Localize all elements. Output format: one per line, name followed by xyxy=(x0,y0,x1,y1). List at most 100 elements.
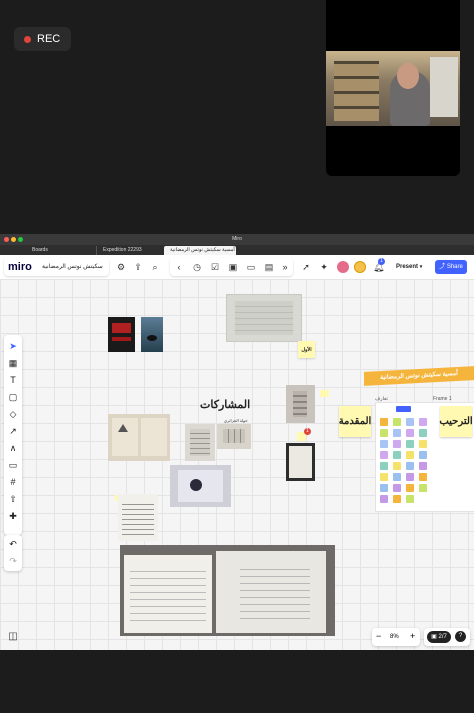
avatar[interactable] xyxy=(337,261,349,273)
more-apps-icon[interactable]: ✚ xyxy=(4,509,22,523)
sketch-photo[interactable] xyxy=(185,424,215,461)
zoom-level[interactable]: 8% xyxy=(390,634,399,640)
upload-icon[interactable]: ⇧ xyxy=(4,492,22,506)
sticky-note-tiny[interactable] xyxy=(320,390,329,397)
notification-badge: 1 xyxy=(378,258,385,265)
sticky-note-small[interactable]: الأول xyxy=(298,341,315,358)
sticky-swatch[interactable] xyxy=(406,418,414,426)
sticky-swatch[interactable] xyxy=(380,418,388,426)
participant-video xyxy=(326,51,460,126)
sketch-photo[interactable] xyxy=(217,424,251,449)
sticky-swatch[interactable] xyxy=(419,473,427,481)
timer-icon[interactable]: ◷ xyxy=(192,262,202,272)
select-icon[interactable]: ➤ xyxy=(4,339,22,353)
sticky-swatch[interactable] xyxy=(380,484,388,492)
tab-active-board[interactable]: أمسية سكيتش نوتس الرمضانية xyxy=(164,246,236,255)
minimize-window-icon[interactable] xyxy=(11,237,16,242)
avatar-host[interactable] xyxy=(354,261,366,273)
page-control: ▣ 2/7 ? xyxy=(424,628,470,646)
board-toolbar: miro سكيتش نوتس الرمضانية ⚙ ⇪ ⌕ ‹ ◷ ☑ ▣ … xyxy=(0,255,474,280)
zoom-out-icon[interactable]: − xyxy=(376,631,381,641)
sketch-photo[interactable] xyxy=(108,414,170,461)
sketch-photo[interactable] xyxy=(286,443,315,481)
sticky-swatch[interactable] xyxy=(380,462,388,470)
tab-boards[interactable]: Boards xyxy=(26,246,96,255)
sticky-swatch[interactable] xyxy=(380,495,388,503)
recording-indicator: REC xyxy=(14,27,71,51)
sticky-swatch[interactable] xyxy=(393,440,401,448)
sticky-swatch[interactable] xyxy=(393,495,401,503)
text-icon[interactable]: T xyxy=(4,373,22,387)
sticky-swatch[interactable] xyxy=(380,429,388,437)
sticky-swatch[interactable] xyxy=(406,451,414,459)
tab-bar: Boards Expedition 22293 أمسية سكيتش نوتس… xyxy=(0,245,474,255)
sticky-swatch[interactable] xyxy=(419,451,427,459)
board-name[interactable]: سكيتش نوتس الرمضانية xyxy=(42,263,103,270)
shapes-icon[interactable]: ◇ xyxy=(4,407,22,421)
sticky-swatch[interactable] xyxy=(393,462,401,470)
red-poster-photo[interactable] xyxy=(108,317,135,352)
more-icon[interactable]: » xyxy=(280,262,290,272)
sticky-swatch[interactable] xyxy=(419,429,427,437)
miro-logo[interactable]: miro xyxy=(8,261,32,273)
zoom-in-icon[interactable]: + xyxy=(410,631,415,641)
video-call-icon[interactable]: ▭ xyxy=(246,262,256,272)
notebook-photo[interactable] xyxy=(120,545,335,636)
sticky-note-intro[interactable]: المقدمة xyxy=(339,406,371,437)
sticky-swatch[interactable] xyxy=(393,451,401,459)
sticky-swatch[interactable] xyxy=(406,440,414,448)
sticky-swatch[interactable] xyxy=(393,418,401,426)
celebrate-icon[interactable]: ✦ xyxy=(319,262,329,272)
tab-expedition[interactable]: Expedition 22293 xyxy=(96,246,164,255)
frame-icon[interactable]: # xyxy=(4,475,22,489)
templates-icon[interactable]: ▦ xyxy=(4,356,22,370)
sketch-photo[interactable] xyxy=(170,465,231,507)
chevron-left-icon[interactable]: ‹ xyxy=(174,262,184,272)
frames-icon: ▣ xyxy=(431,634,437,640)
close-window-icon[interactable] xyxy=(4,237,9,242)
sidebar-toggle-icon[interactable]: ◫ xyxy=(6,630,20,644)
sticky-swatch[interactable] xyxy=(419,418,427,426)
comment-icon[interactable]: ▭ xyxy=(4,458,22,472)
sticky-swatch[interactable] xyxy=(393,429,401,437)
sticky-note-icon[interactable]: ▢ xyxy=(4,390,22,404)
share-button[interactable]: ⤴ Share xyxy=(435,260,467,274)
sketch-photo[interactable] xyxy=(118,494,158,541)
maximize-window-icon[interactable] xyxy=(18,237,23,242)
sticky-swatch[interactable] xyxy=(419,484,427,492)
sticky-swatch[interactable] xyxy=(406,495,414,503)
redo-icon[interactable]: ↷ xyxy=(4,554,22,568)
selected-label[interactable] xyxy=(396,406,411,412)
sticky-note-welcome[interactable]: الترحيب xyxy=(439,406,473,437)
search-icon[interactable]: ⌕ xyxy=(150,262,160,272)
history-toolbar: ↶ ↷ xyxy=(4,535,22,571)
vote-icon[interactable]: ☑ xyxy=(210,262,220,272)
sticky-swatch[interactable] xyxy=(419,462,427,470)
pen-icon[interactable]: ∧ xyxy=(4,441,22,455)
comment-badge[interactable]: 1 xyxy=(304,428,311,435)
notes-icon[interactable]: ▤ xyxy=(264,262,274,272)
undo-icon[interactable]: ↶ xyxy=(4,537,22,551)
sketch-photo[interactable] xyxy=(286,385,315,423)
screen-share-icon[interactable]: ▣ xyxy=(228,262,238,272)
sticky-swatch[interactable] xyxy=(380,451,388,459)
sticky-swatch[interactable] xyxy=(380,440,388,448)
sticky-swatch[interactable] xyxy=(406,473,414,481)
cursor-reactions-icon[interactable]: ➚ xyxy=(301,262,311,272)
sketch-photo[interactable] xyxy=(226,294,302,342)
connector-icon[interactable]: ↗ xyxy=(4,424,22,438)
settings-icon[interactable]: ⚙ xyxy=(116,262,126,272)
sticky-swatch[interactable] xyxy=(419,440,427,448)
sticky-swatch[interactable] xyxy=(393,484,401,492)
sticky-swatch[interactable] xyxy=(393,473,401,481)
upload-icon[interactable]: ⇪ xyxy=(133,262,143,272)
sticky-swatch[interactable] xyxy=(406,462,414,470)
blue-poster-photo[interactable] xyxy=(141,317,163,352)
sticky-swatch[interactable] xyxy=(406,484,414,492)
help-icon[interactable]: ? xyxy=(455,631,466,642)
sticky-swatch[interactable] xyxy=(406,429,414,437)
sticky-swatch[interactable] xyxy=(380,473,388,481)
zoom-control: − 8% + xyxy=(372,628,420,646)
present-button[interactable]: Present ▾ xyxy=(391,260,431,274)
page-indicator[interactable]: ▣ 2/7 xyxy=(427,631,451,643)
